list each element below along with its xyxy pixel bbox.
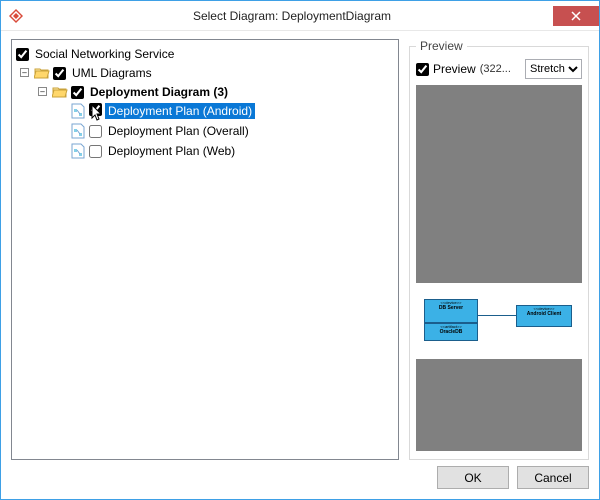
diagram-file-icon <box>70 123 86 139</box>
tree-label: UML Diagrams <box>69 65 155 81</box>
tree-node-uml[interactable]: UML Diagrams <box>34 64 396 82</box>
preview-controls: Preview (322... Stretch <box>416 59 582 79</box>
preview-legend: Preview <box>416 39 467 53</box>
folder-open-icon <box>34 65 50 81</box>
uml-node-oracledb: <<artifact>> OracleDB <box>424 323 478 341</box>
preview-dimensions: (322... <box>480 63 521 75</box>
preview-diagram: <<device>> DB Server <<artifact>> Oracle… <box>416 283 582 359</box>
preview-mode-select[interactable]: Stretch <box>525 59 582 79</box>
dialog-window: Select Diagram: DeploymentDiagram – Soci… <box>0 0 600 500</box>
tree-node-deployment[interactable]: Deployment Diagram (3) <box>52 83 396 101</box>
diagram-file-icon <box>70 143 86 159</box>
tree-checkbox[interactable] <box>16 48 29 61</box>
titlebar: Select Diagram: DeploymentDiagram <box>1 1 599 31</box>
tree-leaf-web[interactable]: Deployment Plan (Web) <box>70 142 396 160</box>
dialog-body: – Social Networking Service – <box>1 31 599 466</box>
tree-label: Social Networking Service <box>32 46 177 62</box>
button-bar: OK Cancel <box>1 466 599 499</box>
app-icon <box>1 9 31 23</box>
tree-label: Deployment Plan (Overall) <box>105 123 252 139</box>
tree-label: Deployment Plan (Web) <box>105 143 238 159</box>
preview-checkbox-label: Preview <box>433 62 476 76</box>
diagram-file-icon <box>70 103 86 119</box>
uml-node-client: <<device>> Android Client <box>516 305 572 327</box>
ok-button[interactable]: OK <box>437 466 509 489</box>
tree-checkbox[interactable] <box>53 67 66 80</box>
tree-panel[interactable]: – Social Networking Service – <box>11 39 399 460</box>
cancel-button[interactable]: Cancel <box>517 466 589 489</box>
close-button[interactable] <box>553 6 599 26</box>
preview-fieldset: Preview Preview (322... Stretch <<device… <box>409 39 589 460</box>
folder-open-icon <box>52 84 68 100</box>
tree-checkbox[interactable] <box>89 125 102 138</box>
tree-toggle[interactable]: – <box>38 87 47 96</box>
tree-label-selected: Deployment Plan (Android) <box>105 103 255 119</box>
dialog-title: Select Diagram: DeploymentDiagram <box>31 9 553 23</box>
tree-node-root[interactable]: Social Networking Service <box>16 45 396 63</box>
preview-checkbox[interactable] <box>416 63 429 76</box>
preview-panel: Preview Preview (322... Stretch <<device… <box>409 39 589 460</box>
tree-leaf-overall[interactable]: Deployment Plan (Overall) <box>70 122 396 140</box>
tree-label: Deployment Diagram (3) <box>87 84 231 100</box>
tree-checkbox[interactable] <box>89 145 102 158</box>
uml-connector <box>478 315 516 316</box>
tree-leaf-android[interactable]: Deployment Plan (Android) <box>70 102 396 120</box>
tree-checkbox[interactable] <box>89 103 102 116</box>
tree-checkbox[interactable] <box>71 86 84 99</box>
preview-canvas: <<device>> DB Server <<artifact>> Oracle… <box>416 85 582 451</box>
tree-toggle[interactable]: – <box>20 68 29 77</box>
uml-node-dbserver: <<device>> DB Server <box>424 299 478 323</box>
